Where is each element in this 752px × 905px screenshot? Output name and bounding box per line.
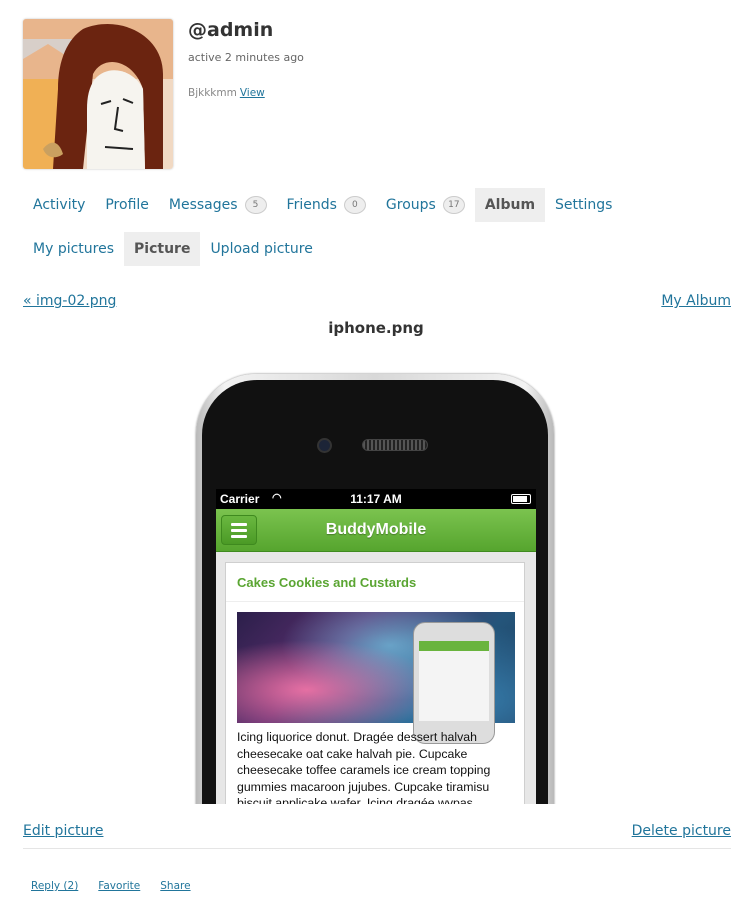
subnav-label: My pictures (33, 241, 115, 257)
nav-groups[interactable]: Groups 17 (376, 188, 475, 222)
camera-icon (317, 438, 332, 453)
latest-update-text: Bjkkkmm (188, 87, 237, 99)
battery-icon (511, 494, 531, 504)
post-title: Cakes Cookies and Custards (237, 575, 417, 590)
mini-phone-screen (419, 641, 489, 721)
post-text: Icing liquorice donut. Dragée dessert ha… (237, 730, 491, 804)
share-link[interactable]: Share (160, 880, 190, 892)
ios-status-bar: Carrier ◠ 11:17 AM (216, 489, 536, 509)
friends-count-badge: 0 (343, 196, 366, 214)
nav-label: Profile (105, 197, 149, 213)
nav-label: Groups (385, 197, 436, 213)
status-time: 11:17 AM (350, 492, 402, 506)
nav-activity[interactable]: Activity (23, 188, 95, 222)
nav-label: Friends (286, 197, 337, 213)
nav-album[interactable]: Album (474, 188, 546, 222)
picture-image[interactable]: Carrier ◠ 11:17 AM BuddyMobile Cakes Coo… (182, 350, 574, 804)
nav-label: Activity (33, 197, 86, 213)
nav-profile[interactable]: Profile (95, 188, 159, 222)
footer-divider (23, 848, 731, 849)
nav-label: Settings (555, 197, 613, 213)
speaker-grille (362, 439, 428, 451)
subnav-label: Upload picture (210, 241, 313, 257)
nav-messages[interactable]: Messages 5 (159, 188, 277, 222)
phone-screen: Carrier ◠ 11:17 AM BuddyMobile Cakes Coo… (216, 489, 536, 804)
groups-count-badge: 17 (442, 196, 465, 214)
profile-username: @admin (188, 19, 274, 41)
subnav-label: Picture (134, 241, 191, 257)
subnav-picture[interactable]: Picture (124, 232, 201, 266)
delete-picture-link[interactable]: Delete picture (632, 823, 731, 839)
post-card: Cakes Cookies and Custards Icing liquori… (225, 562, 525, 804)
app-title: BuddyMobile (325, 521, 427, 538)
picture-title: iphone.png (328, 319, 424, 337)
nav-label: Messages (168, 197, 238, 213)
avatar-drawing (23, 19, 173, 169)
mini-app-bar (419, 641, 489, 651)
previous-picture-link[interactable]: « img-02.png (23, 293, 116, 309)
activity-actions: Reply (2) Favorite Share (31, 880, 191, 892)
last-active-text: active 2 minutes ago (188, 51, 304, 64)
post-image (237, 612, 515, 744)
reply-link[interactable]: Reply (2) (31, 880, 78, 892)
mini-phone-image (413, 622, 495, 744)
messages-count-badge: 5 (244, 196, 267, 214)
nav-settings[interactable]: Settings (545, 188, 622, 222)
user-avatar[interactable] (23, 19, 173, 169)
my-album-link[interactable]: My Album (661, 293, 731, 309)
app-header: BuddyMobile (216, 509, 536, 552)
nav-label: Album (484, 197, 536, 213)
edit-picture-link[interactable]: Edit picture (23, 823, 103, 839)
view-update-link[interactable]: View (240, 87, 265, 99)
profile-nav: Activity Profile Messages 5 Friends 0 Grou… (23, 188, 622, 222)
subnav-my-pictures[interactable]: My pictures (23, 232, 124, 266)
latest-update: Bjkkkmm View (188, 87, 265, 99)
subnav-upload-picture[interactable]: Upload picture (200, 232, 322, 266)
album-subnav: My pictures Picture Upload picture (23, 232, 323, 266)
nav-friends[interactable]: Friends 0 (277, 188, 376, 222)
post-divider (226, 601, 524, 602)
favorite-link[interactable]: Favorite (98, 880, 140, 892)
